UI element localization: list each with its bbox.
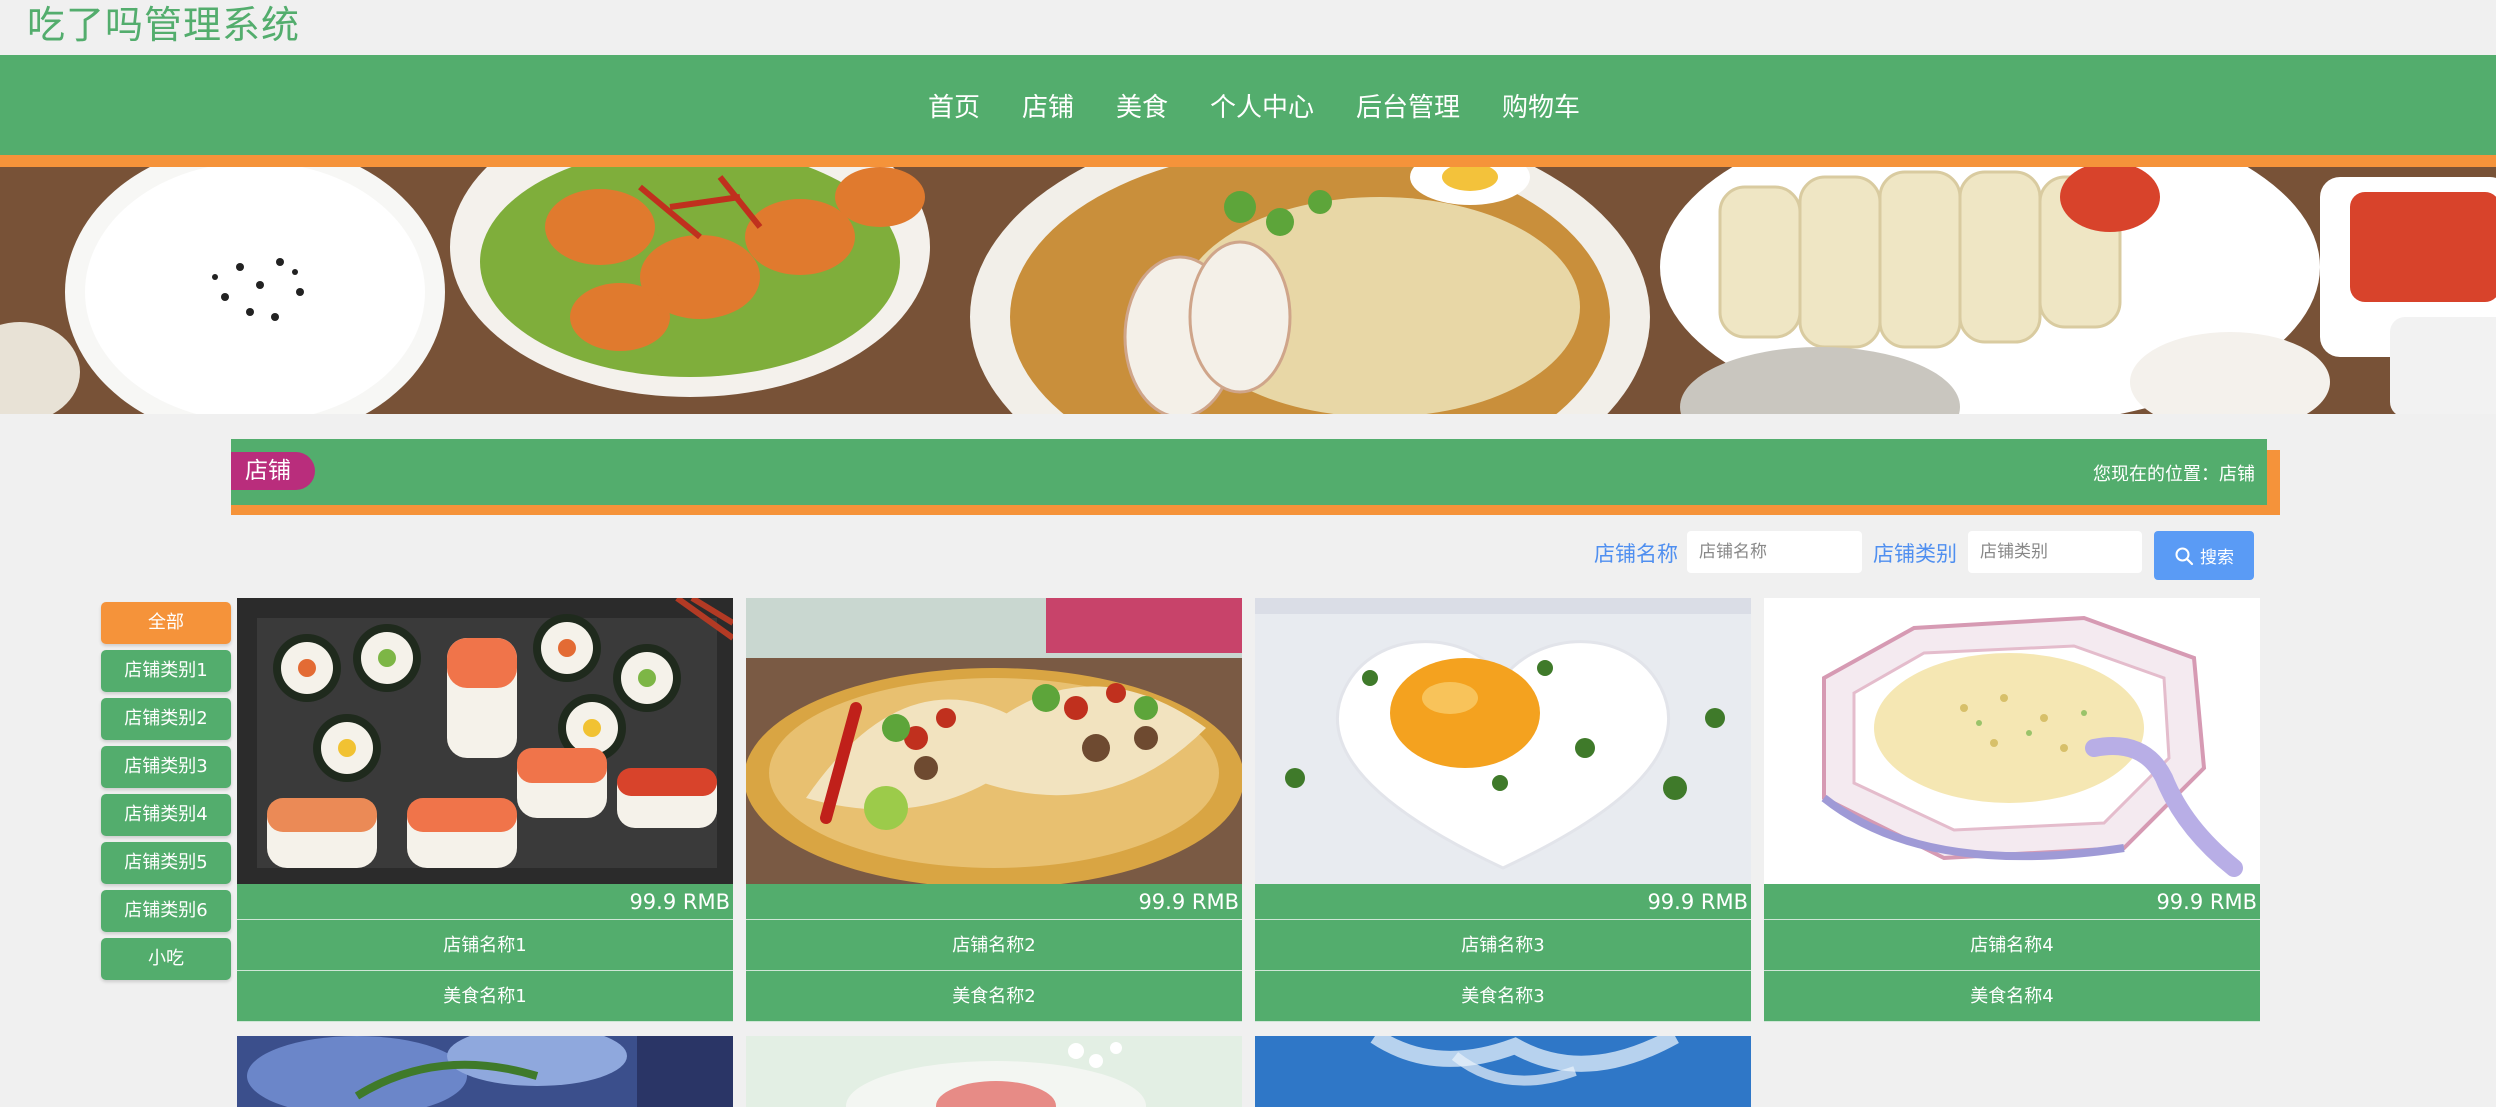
section-header [231,439,2267,505]
card-food-name[interactable]: 美食名称4 [1764,971,2260,1022]
search-button[interactable]: 搜索 [2154,531,2254,580]
shop-card-partial[interactable] [1255,1036,1751,1107]
card-image [746,1036,1242,1107]
card-image[interactable] [237,598,733,884]
card-shop-name[interactable]: 店铺名称2 [746,920,1242,971]
shop-card[interactable]: 99.9 RMB 店铺名称3 美食名称3 [1255,598,1751,1022]
card-price: 99.9 RMB [237,884,733,920]
card-shop-name[interactable]: 店铺名称4 [1764,920,2260,971]
card-shop-name[interactable]: 店铺名称1 [237,920,733,971]
shop-card-partial[interactable] [237,1036,733,1107]
section-bar-underline [231,505,2280,515]
category-all[interactable]: 全部 [101,602,231,644]
banner-image [0,167,2496,414]
nav-food[interactable]: 美食 [1116,87,1168,124]
shop-type-input[interactable] [1968,531,2142,573]
nav-home[interactable]: 首页 [928,87,980,124]
nav-shops[interactable]: 店铺 [1022,87,1074,124]
card-price: 99.9 RMB [1255,884,1751,920]
shop-card[interactable]: 99.9 RMB 店铺名称2 美食名称2 [746,598,1242,1022]
nav-stripe [0,155,2496,167]
card-image[interactable] [746,598,1242,884]
card-food-name[interactable]: 美食名称3 [1255,971,1751,1022]
section-tag: 店铺 [231,452,315,490]
category-6[interactable]: 店铺类别6 [101,890,231,932]
nav-admin[interactable]: 后台管理 [1356,87,1460,124]
breadcrumb: 您现在的位置：店铺 [2093,464,2255,485]
category-snacks[interactable]: 小吃 [101,938,231,980]
category-5[interactable]: 店铺类别5 [101,842,231,884]
shop-name-input[interactable] [1687,531,1862,573]
shop-card[interactable]: 99.9 RMB 店铺名称4 美食名称4 [1764,598,2260,1022]
main-nav: 首页 店铺 美食 个人中心 后台管理 购物车 [0,55,2496,155]
card-image[interactable] [1255,598,1751,884]
shop-card-partial[interactable] [746,1036,1242,1107]
nav-cart[interactable]: 购物车 [1502,87,1580,124]
site-title: 吃了吗管理系统 [27,3,301,47]
card-food-name[interactable]: 美食名称2 [746,971,1242,1022]
shop-type-label: 店铺类别 [1873,542,1957,566]
card-image[interactable] [1764,598,2260,884]
card-price: 99.9 RMB [1764,884,2260,920]
card-price: 99.9 RMB [746,884,1242,920]
category-1[interactable]: 店铺类别1 [101,650,231,692]
shop-card[interactable]: 99.9 RMB 店铺名称1 美食名称1 [237,598,733,1022]
nav-profile[interactable]: 个人中心 [1210,87,1314,124]
category-4[interactable]: 店铺类别4 [101,794,231,836]
category-2[interactable]: 店铺类别2 [101,698,231,740]
card-food-name[interactable]: 美食名称1 [237,971,733,1022]
card-image [237,1036,733,1107]
card-image [1255,1036,1751,1107]
banner-carousel[interactable] [0,167,2496,414]
search-button-label: 搜索 [2200,548,2234,568]
category-list: 全部 店铺类别1 店铺类别2 店铺类别3 店铺类别4 店铺类别5 店铺类别6 小… [101,602,231,986]
category-3[interactable]: 店铺类别3 [101,746,231,788]
card-shop-name[interactable]: 店铺名称3 [1255,920,1751,971]
search-icon [2175,547,2194,565]
shop-name-label: 店铺名称 [1594,542,1678,566]
